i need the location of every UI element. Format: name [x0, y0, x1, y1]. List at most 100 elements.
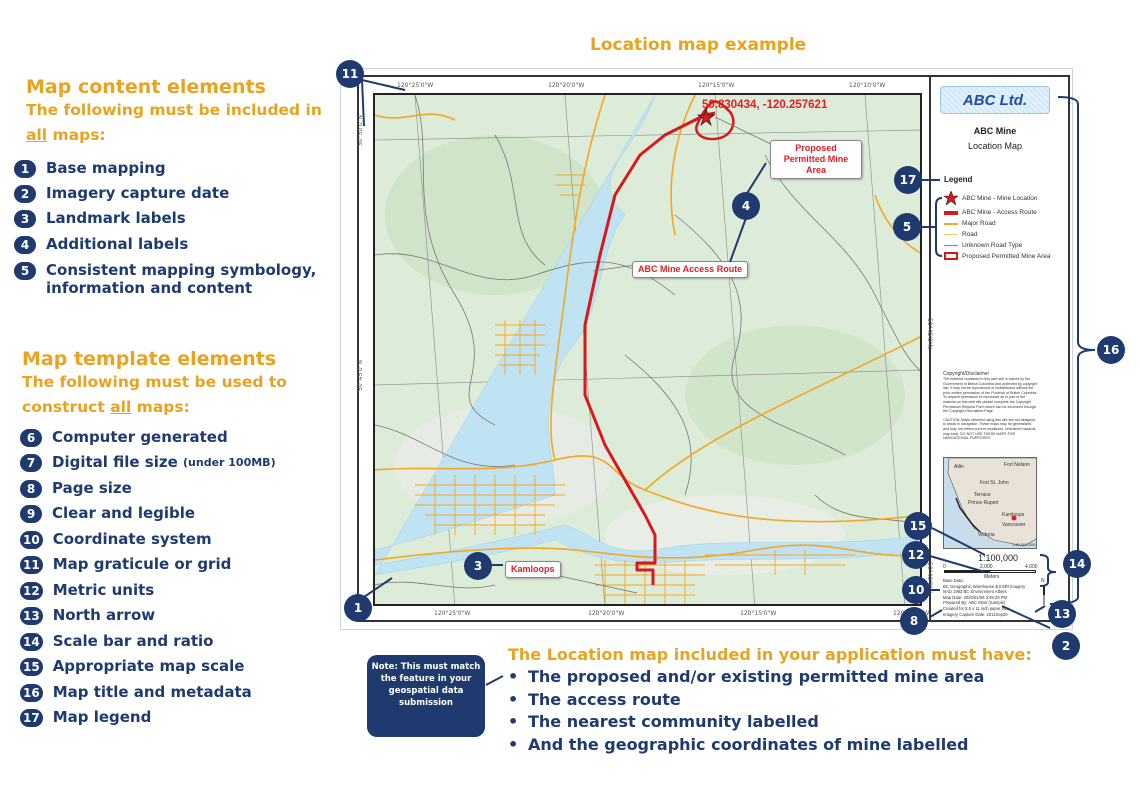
note-box: Note: This must match the feature in you…: [367, 655, 485, 737]
bullet: •: [508, 735, 519, 754]
graticule-bottom-label: 120°25'0"W: [434, 610, 471, 617]
item-label: Imagery capture date: [46, 184, 230, 202]
item-label: Consistent mapping symbology, information…: [46, 261, 316, 297]
template-item: 6 Computer generated: [20, 428, 228, 447]
template-item: 7 Digital file size (under 100MB): [20, 453, 276, 472]
legend-label: Major Road: [962, 220, 996, 227]
content-heading: Map content elements: [26, 76, 266, 98]
requirement-text: The access route: [528, 690, 681, 709]
item-label-line2: information and content: [46, 279, 253, 297]
template-item: 13 North arrow: [20, 606, 155, 625]
number-badge: 4: [14, 236, 36, 254]
template-item: 10 Coordinate system: [20, 530, 212, 549]
major-road-symbol: [944, 222, 958, 225]
callout-1: 1: [344, 594, 372, 622]
number-badge: 11: [20, 556, 43, 574]
access-route-label: ABC Mine Access Route: [632, 261, 749, 278]
legend-label: ABC Mine - Access Route: [962, 209, 1037, 216]
bullet: •: [508, 712, 519, 731]
connector-note: [485, 675, 504, 686]
callout-15: 15: [904, 512, 932, 540]
content-item: 3 Landmark labels: [14, 209, 186, 228]
callout-14: 14: [1063, 550, 1091, 578]
mine-area-label: Proposed Permitted Mine Area: [770, 140, 862, 179]
item-label: Map title and metadata: [52, 683, 252, 701]
subheading-emphasis: all: [110, 398, 132, 416]
requirement-item: • The access route: [508, 690, 681, 709]
content-item: 2 Imagery capture date: [14, 184, 229, 203]
north-label: N: [1041, 578, 1045, 584]
community-label: Kamloops: [505, 561, 561, 578]
star-icon: [944, 191, 958, 205]
template-item: 14 Scale bar and ratio: [20, 632, 213, 651]
map-title: ABC Mine: [973, 126, 1017, 136]
location-map[interactable]: 50.830434, -120.257621 Proposed Permitte…: [373, 93, 922, 606]
template-section: Map template elements The following must…: [22, 348, 332, 420]
legend-item: ABC Mine - Access Route: [944, 209, 1037, 216]
template-subheading: The following must be used to construct …: [22, 370, 312, 420]
number-badge: 5: [14, 262, 36, 280]
item-label: Digital file size: [52, 453, 178, 471]
requirement-text: The proposed and/or existing permitted m…: [528, 667, 985, 686]
callout-8: 8: [900, 607, 928, 635]
item-label: Map graticule or grid: [52, 555, 232, 573]
requirements-title: The Location map included in your applic…: [508, 645, 1032, 664]
inset-label: Terrace: [974, 492, 991, 498]
inset-label: Atlin: [954, 464, 964, 470]
number-badge: 10: [20, 531, 43, 549]
scale-ratio: 1:100,000: [978, 553, 1019, 563]
item-label: Landmark labels: [46, 209, 186, 227]
legend-item: Unknown Road Type: [944, 242, 1022, 249]
access-route-symbol: [944, 210, 958, 215]
inset-map: Atlin Fort Nelson Fort St. John Terrace …: [943, 457, 1037, 549]
callout-17: 17: [894, 166, 922, 194]
legend-item: Major Road: [944, 220, 996, 227]
callout-4: 4: [732, 192, 760, 220]
road-symbol: [944, 234, 958, 235]
disclaimer-text: The material contained in this web site …: [943, 377, 1038, 414]
number-badge: 9: [20, 505, 42, 523]
legend-item: ABC Mine - Mine Location: [944, 191, 1038, 205]
inset-label: Victoria: [978, 532, 995, 538]
callout-13: 13: [1048, 600, 1076, 628]
subheading-text: The following must be included in: [26, 101, 322, 119]
graticule-top-label: 120°10'0"W: [849, 82, 886, 89]
legend-label: Unknown Road Type: [962, 242, 1023, 249]
template-item: 12 Metric units: [20, 581, 154, 600]
unknown-road-symbol: [944, 245, 958, 246]
subheading-emphasis: all: [26, 126, 48, 144]
disclaimer: Copyright/Disclaimer The material contai…: [943, 371, 1038, 441]
legend-item: Road: [944, 231, 978, 238]
template-heading: Map template elements: [22, 348, 277, 370]
map-subtitle: Location Map: [967, 141, 1023, 151]
graticule-bottom-label: 120°15'0"W: [740, 610, 777, 617]
template-item: 17 Map legend: [20, 708, 151, 727]
item-label: Additional labels: [46, 235, 189, 253]
inset-label: Vancouver: [1002, 522, 1026, 528]
legend-label: Proposed Permitted Mine Area: [962, 252, 1051, 260]
scale-bar: [944, 570, 1036, 573]
callout-16: 16: [1097, 336, 1125, 364]
template-item: 15 Appropriate map scale: [20, 657, 244, 676]
number-badge: 17: [20, 709, 43, 727]
graticule-right-label: 50°45'0"N: [925, 318, 933, 349]
bullet: •: [508, 690, 519, 709]
metadata-line: Imagery Capture Date: 2011Sep20: [943, 611, 1008, 617]
company-logo: ABC Ltd.: [940, 86, 1050, 114]
graticule-left-label: 50°45'0"N: [356, 360, 364, 391]
content-item: 1 Base mapping: [14, 159, 166, 178]
item-label: Coordinate system: [52, 530, 212, 548]
callout-5: 5: [893, 213, 921, 241]
content-item: 5 Consistent mapping symbology, informatio…: [14, 261, 316, 297]
callout-2: 2: [1052, 632, 1080, 660]
template-item: 9 Clear and legible: [20, 504, 195, 523]
content-item: 4 Additional labels: [14, 235, 188, 254]
legend-label: Road: [962, 231, 978, 238]
item-label: Metric units: [52, 581, 155, 599]
callout-3: 3: [464, 552, 492, 580]
template-item: 16 Map title and metadata: [20, 683, 252, 702]
inset-scale: 1:40,000,000: [1012, 542, 1036, 547]
legend-label: ABC Mine - Mine Location: [962, 194, 1038, 202]
number-badge: 16: [20, 684, 43, 702]
item-label: Map legend: [52, 708, 152, 726]
